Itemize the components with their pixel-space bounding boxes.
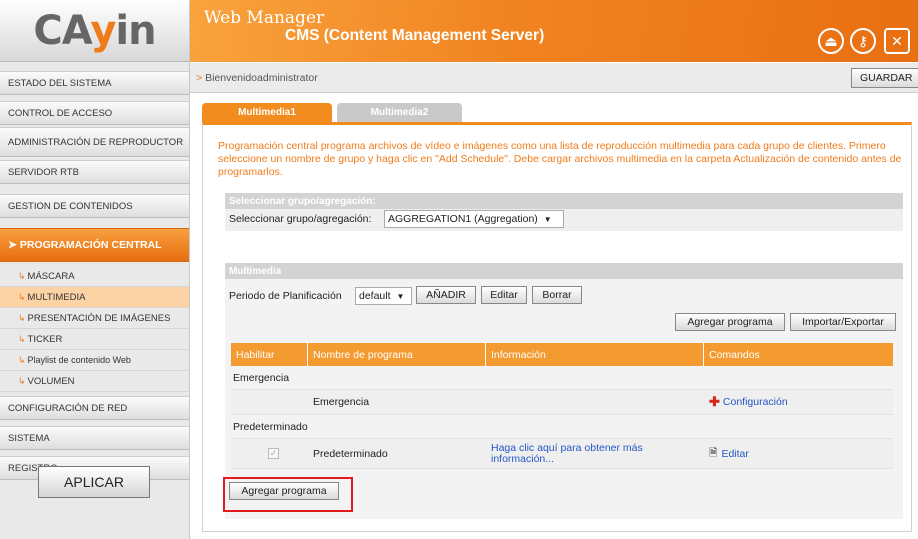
description-text: Programación central programa archivos d… xyxy=(218,140,902,178)
subitem-volumen[interactable]: ↳ VOLUMEN xyxy=(0,371,189,392)
program-name: Predeterminado xyxy=(313,447,388,460)
sidebar-item-programacion-central[interactable]: ➤ PROGRAMACIÓN CENTRAL xyxy=(0,228,189,262)
table-row: ✓ Predeterminado Haga clic aquí para obt… xyxy=(231,439,893,469)
multimedia-section-header: Multimedia xyxy=(225,263,903,279)
highlight-box xyxy=(223,477,353,512)
program-table: Habilitar Nombre de programa Información… xyxy=(231,343,893,469)
document-icon: 🗎 xyxy=(709,446,718,459)
col-nombre: Nombre de programa xyxy=(308,343,486,366)
group-row-predeterminado: Predeterminado xyxy=(231,415,893,439)
apply-button[interactable]: APLICAR xyxy=(38,466,150,498)
header-banner: Web Manager CMS (Content Management Serv… xyxy=(190,0,918,62)
group-section-header: Seleccionar grupo/agregación: xyxy=(225,193,903,209)
sidebar-item-servidor-rtb[interactable]: SERVIDOR RTB xyxy=(0,160,189,184)
corner-arrow-icon: ↳ xyxy=(18,312,26,323)
col-comandos: Comandos xyxy=(709,348,760,361)
group-row-emergencia: Emergencia xyxy=(231,366,893,390)
import-export-button[interactable]: Importar/Exportar xyxy=(790,313,896,331)
tab-multimedia2[interactable]: Multimedia2 xyxy=(337,103,462,122)
sidebar-item-admin-reproductor[interactable]: ADMINISTRACIÓN DE REPRODUCTOR xyxy=(0,127,189,157)
sidebar-item-estado[interactable]: ESTADO DEL SISTEMA xyxy=(0,71,189,95)
corner-arrow-icon: ↳ xyxy=(18,270,26,281)
subitem-multimedia[interactable]: ↳ MULTIMEDIA xyxy=(0,287,189,308)
subitem-playlist-web[interactable]: ↳ Playlist de contenido Web xyxy=(0,350,189,371)
program-info xyxy=(486,390,704,414)
period-select[interactable]: default ▼ xyxy=(355,287,412,305)
sidebar-item-config-red[interactable]: CONFIGURACIÓN DE RED xyxy=(0,396,189,420)
header-title: Web Manager xyxy=(204,8,325,28)
logout-icon[interactable]: ⏏ xyxy=(818,28,844,54)
group-select[interactable]: AGGREGATION1 (Aggregation) ▼ xyxy=(384,210,564,228)
col-informacion: Información xyxy=(486,343,704,366)
program-info-link[interactable]: Haga clic aquí para obtener más informac… xyxy=(486,439,704,468)
add-program-button[interactable]: Agregar programa xyxy=(675,313,785,331)
edit-command[interactable]: 🗎 Editar xyxy=(704,439,893,468)
sidebar: CAyin ESTADO DEL SISTEMA CONTROL DE ACCE… xyxy=(0,0,190,539)
chevron-down-icon: ▼ xyxy=(543,214,552,224)
group-select-label: Seleccionar grupo/agregación: xyxy=(229,213,372,225)
add-period-button[interactable]: AÑADIR xyxy=(416,286,476,304)
sidebar-item-sistema[interactable]: SISTEMA xyxy=(0,426,189,450)
delete-period-button[interactable]: Borrar xyxy=(532,286,582,304)
table-row: Emergencia ✚ Configuración xyxy=(231,390,893,415)
arrow-icon: ➤ xyxy=(8,239,17,251)
cayin-logo: CAyin xyxy=(0,0,189,62)
corner-arrow-icon: ↳ xyxy=(18,375,26,386)
configure-command[interactable]: ✚ Configuración xyxy=(704,390,893,414)
subitem-presentacion[interactable]: ↳ PRESENTACIÓN DE IMÁGENES xyxy=(0,308,189,329)
header-subtitle: CMS (Content Management Server) xyxy=(285,27,545,44)
sidebar-item-control-acceso[interactable]: CONTROL DE ACCESO xyxy=(0,101,189,125)
enable-checkbox[interactable]: ✓ xyxy=(268,448,279,459)
subitem-ticker[interactable]: ↳ TICKER xyxy=(0,329,189,350)
col-habilitar: Habilitar xyxy=(231,343,308,366)
chevron-down-icon: ▼ xyxy=(396,291,405,301)
breadcrumb: > Bienvenidoadministrator xyxy=(196,72,318,84)
corner-arrow-icon: ↳ xyxy=(18,333,26,344)
period-label: Periodo de Planificación xyxy=(229,290,342,302)
plus-icon: ✚ xyxy=(709,394,720,409)
key-icon[interactable]: ⚷ xyxy=(850,28,876,54)
breadcrumb-bar: > Bienvenidoadministrator GUARDAR xyxy=(190,63,918,93)
subitem-mascara[interactable]: ↳ MÁSCARA xyxy=(0,266,189,287)
sidebar-item-gestion-contenidos[interactable]: GESTION DE CONTENIDOS xyxy=(0,194,189,218)
corner-arrow-icon: ↳ xyxy=(18,354,26,365)
edit-period-button[interactable]: Editar xyxy=(481,286,527,304)
program-name: Emergencia xyxy=(313,396,370,408)
corner-arrow-icon: ↳ xyxy=(18,291,26,302)
tab-multimedia1[interactable]: Multimedia1 xyxy=(202,103,332,122)
table-header-row: Habilitar Nombre de programa Información… xyxy=(231,343,893,366)
tools-icon[interactable]: ✕ xyxy=(884,28,910,54)
save-button[interactable]: GUARDAR xyxy=(851,68,918,88)
